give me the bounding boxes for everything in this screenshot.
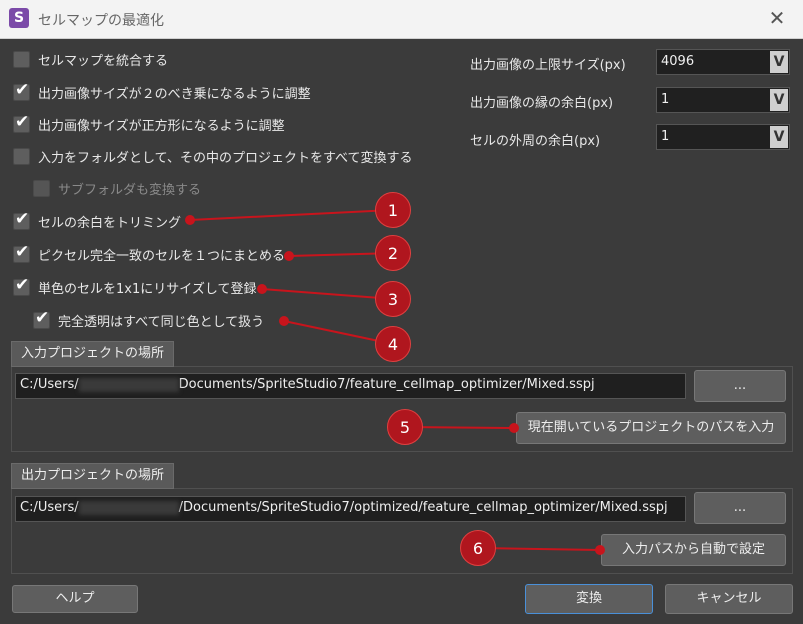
annotation-marker-4: 4: [375, 326, 411, 362]
annotation-marker-6: 6: [460, 530, 496, 566]
annotation-dot: [279, 316, 289, 326]
annotation-marker-5: 5: [387, 409, 423, 445]
annotation-dot: [257, 284, 267, 294]
annotation-dot: [595, 545, 605, 555]
annotation-dot: [509, 423, 519, 433]
annotation-marker-2: 2: [375, 235, 411, 271]
annotation-line-1: [189, 209, 394, 221]
annotation-line-6: [477, 547, 601, 551]
annotation-marker-1: 1: [375, 192, 411, 228]
annotation-marker-3: 3: [375, 281, 411, 317]
annotation-line-3: [261, 288, 394, 300]
annotation-dot: [284, 251, 294, 261]
annotation-dot: [185, 215, 195, 225]
